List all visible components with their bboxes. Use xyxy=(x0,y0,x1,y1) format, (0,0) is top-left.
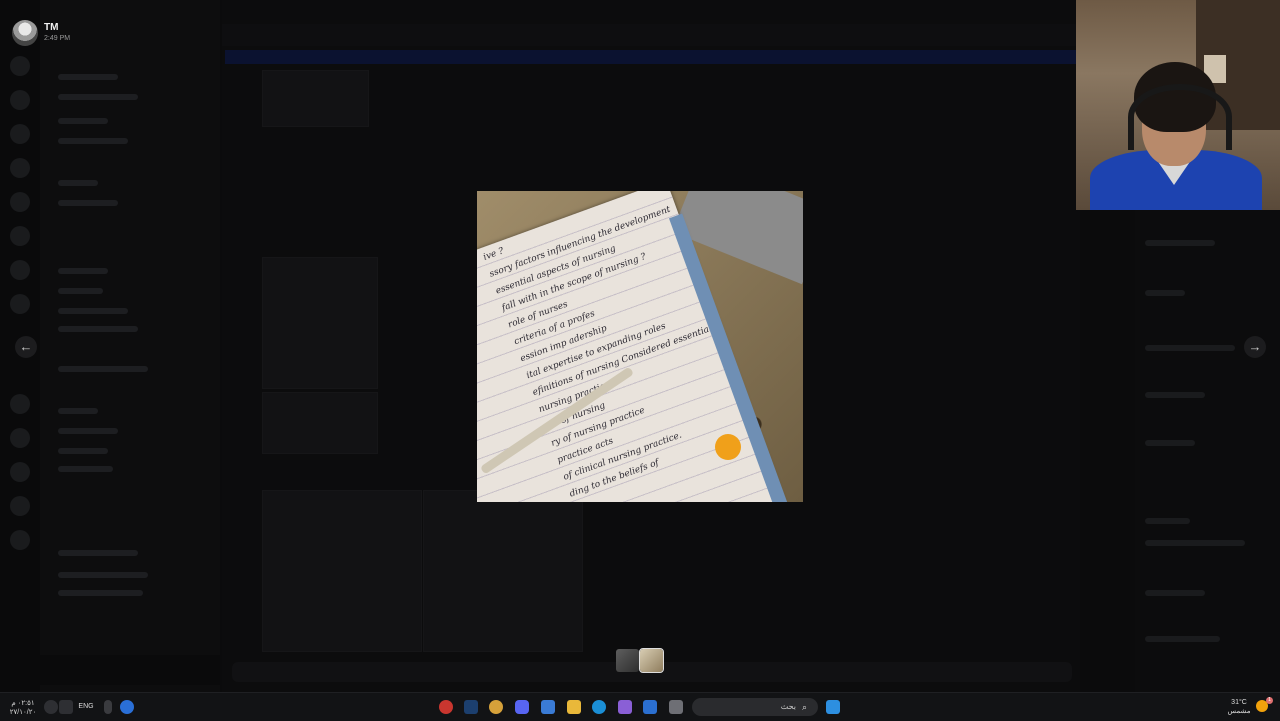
thumbnail-2-selected[interactable] xyxy=(639,648,664,673)
server-icon xyxy=(10,192,30,212)
channel-line xyxy=(58,590,143,596)
orange-tab xyxy=(715,434,741,460)
weather-description: مشمس xyxy=(1227,708,1251,715)
author-username[interactable]: TM xyxy=(44,22,58,33)
channel-line xyxy=(58,180,98,186)
windows-start-icon[interactable] xyxy=(826,700,840,714)
windows-taskbar: ٠٢:٥١ م ٢٧/١٠/٢٠ ENG بحث ⌕ 31°C مشمس 1 xyxy=(0,692,1280,721)
member-line xyxy=(1145,590,1205,596)
onedrive-icon[interactable] xyxy=(120,700,134,714)
server-icon xyxy=(10,462,30,482)
server-icon xyxy=(10,394,30,414)
attachment xyxy=(262,70,369,127)
clock-time: ٠٢:٥١ م xyxy=(11,700,35,707)
arrow-left-icon: ← xyxy=(19,339,33,354)
edge-icon[interactable] xyxy=(592,700,606,714)
channel-line xyxy=(58,448,108,454)
chrome-icon[interactable] xyxy=(489,700,503,714)
server-icon xyxy=(10,530,30,550)
channel-line xyxy=(58,408,98,414)
search-icon: ⌕ xyxy=(802,702,808,712)
thumbnail-1[interactable] xyxy=(616,649,639,672)
channel-line xyxy=(58,268,108,274)
channel-line xyxy=(58,74,118,80)
chevron-up-icon[interactable] xyxy=(138,700,152,714)
user-panel xyxy=(40,655,220,685)
member-line xyxy=(1145,440,1195,446)
member-line xyxy=(1145,240,1215,246)
channel-line xyxy=(58,118,108,124)
attachment xyxy=(262,392,378,454)
next-image-button[interactable]: → xyxy=(1244,336,1266,358)
member-line xyxy=(1145,540,1245,546)
language-indicator[interactable]: ENG xyxy=(76,693,96,721)
webcam-overlay xyxy=(1076,0,1280,210)
attachment xyxy=(262,490,422,652)
channel-line xyxy=(58,572,148,578)
weather-temperature: 31°C xyxy=(1231,699,1247,706)
channel-line xyxy=(58,428,118,434)
server-icon xyxy=(10,226,30,246)
previous-image-button[interactable]: ← xyxy=(15,336,37,358)
member-line xyxy=(1145,290,1185,296)
server-icon xyxy=(10,90,30,110)
webcam-headset xyxy=(1128,84,1232,150)
channel-list xyxy=(40,0,220,692)
member-line xyxy=(1145,636,1220,642)
clock-date: ٢٧/١٠/٢٠ xyxy=(9,709,37,716)
task-view-icon[interactable] xyxy=(669,700,683,714)
channel-line xyxy=(58,308,128,314)
expanded-image[interactable]: ive ? ssory factors influencing the deve… xyxy=(477,191,803,502)
screen-recorder-icon[interactable] xyxy=(439,700,453,714)
microphone-icon[interactable] xyxy=(104,700,112,714)
channel-line xyxy=(58,466,113,472)
server-icon xyxy=(10,124,30,144)
copilot-icon[interactable] xyxy=(618,700,632,714)
post-timestamp: 2:49 PM xyxy=(44,35,71,42)
attachment xyxy=(423,490,583,652)
server-icon xyxy=(10,496,30,516)
mail-icon[interactable] xyxy=(643,700,657,714)
file-explorer-icon[interactable] xyxy=(567,700,581,714)
discord-icon[interactable] xyxy=(515,700,529,714)
channel-line xyxy=(58,200,118,206)
server-icon xyxy=(10,428,30,448)
channel-line xyxy=(58,366,148,372)
member-line xyxy=(1145,345,1235,351)
server-icon xyxy=(10,294,30,314)
member-list xyxy=(1135,210,1280,692)
server-icon xyxy=(10,56,30,76)
search-placeholder: بحث xyxy=(780,702,796,711)
channel-line xyxy=(58,326,138,332)
arrow-right-icon: → xyxy=(1248,339,1262,354)
calculator-icon[interactable] xyxy=(541,700,555,714)
notification-badge: 1 xyxy=(1266,697,1273,704)
chat-header xyxy=(222,24,1080,46)
steam-icon[interactable] xyxy=(464,700,478,714)
channel-line xyxy=(58,288,103,294)
weather-widget[interactable]: 31°C مشمس xyxy=(1224,698,1254,716)
member-line xyxy=(1145,392,1205,398)
avatar[interactable] xyxy=(12,20,38,46)
server-icon xyxy=(10,158,30,178)
channel-line xyxy=(58,94,138,100)
speaker-icon[interactable] xyxy=(44,700,58,714)
server-icon xyxy=(10,260,30,280)
notice-banner xyxy=(225,50,1077,64)
channel-line xyxy=(58,550,138,556)
attachment xyxy=(262,257,378,389)
member-line xyxy=(1145,518,1190,524)
taskbar-clock[interactable]: ٠٢:٥١ م ٢٧/١٠/٢٠ xyxy=(8,699,38,717)
network-icon[interactable] xyxy=(59,700,73,714)
channel-line xyxy=(58,138,128,144)
